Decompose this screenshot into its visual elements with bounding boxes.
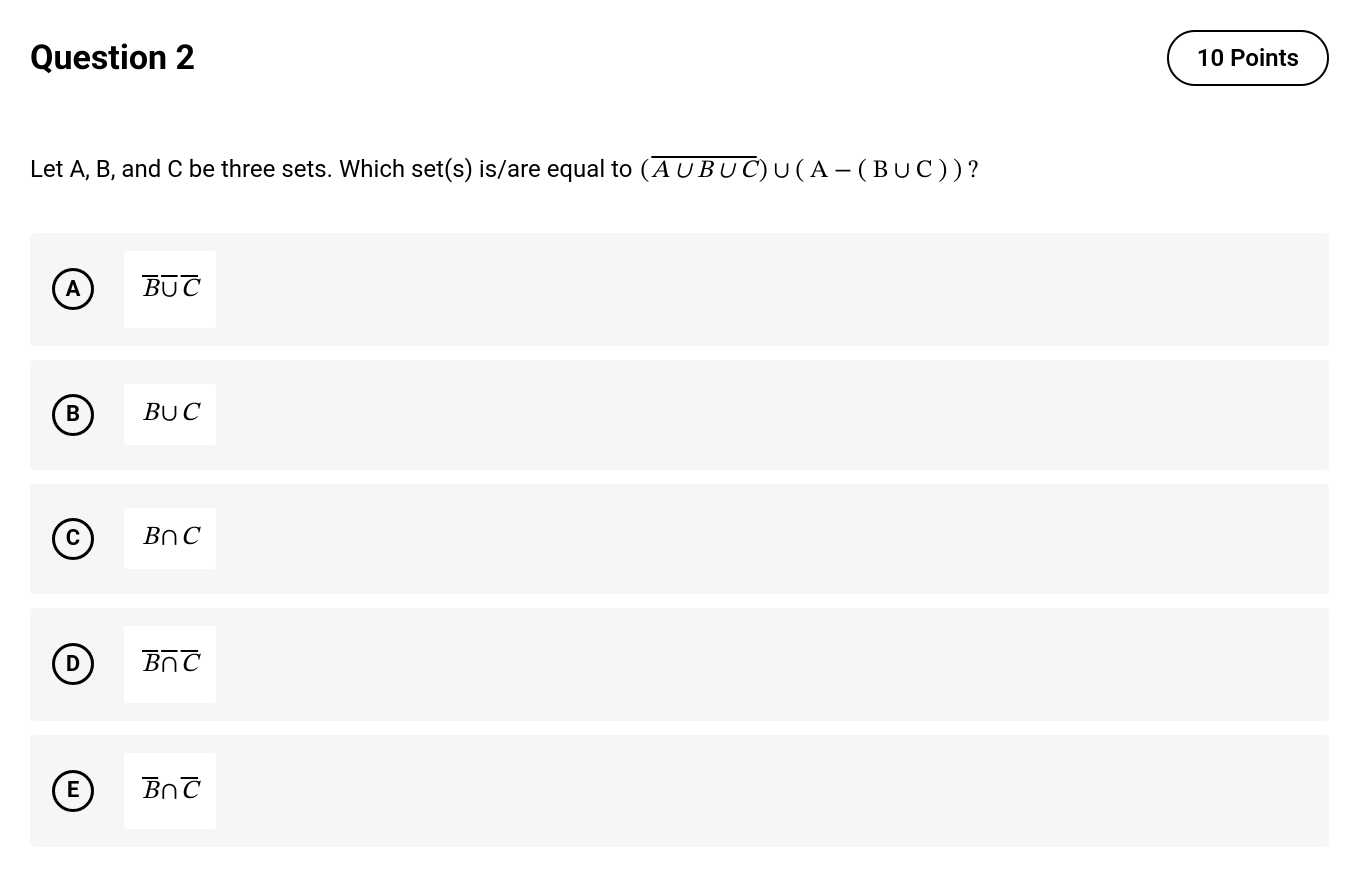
option-c[interactable]: C B∩C [30,484,1329,594]
prompt-prefix: Let A, B, and C be three sets. Which set… [30,155,638,183]
option-letter: E [52,770,94,812]
prompt-expression: (A ∪ B ∪ C) ∪ ( A − ( B ∪ C ) ) ? [638,158,980,183]
option-expression: B∩C [124,508,216,569]
option-letter: B [52,394,94,436]
question-header: Question 2 10 Points [30,30,1329,86]
options-list: A B∪C B B∪C C B∩C D B∩C E B∩C [30,233,1329,847]
option-b[interactable]: B B∪C [30,360,1329,470]
option-d[interactable]: D B∩C [30,608,1329,721]
option-e[interactable]: E B∩C [30,735,1329,848]
option-expression: B∩C [124,753,216,830]
question-prompt: Let A, B, and C be three sets. Which set… [30,146,1329,193]
option-a[interactable]: A B∪C [30,233,1329,346]
question-title: Question 2 [30,38,195,78]
option-expression: B∩C [124,626,216,703]
option-letter: D [52,643,94,685]
points-badge: 10 Points [1167,30,1329,86]
option-letter: C [52,518,94,560]
option-letter: A [52,268,94,310]
option-expression: B∪C [124,384,216,445]
option-expression: B∪C [124,251,216,328]
